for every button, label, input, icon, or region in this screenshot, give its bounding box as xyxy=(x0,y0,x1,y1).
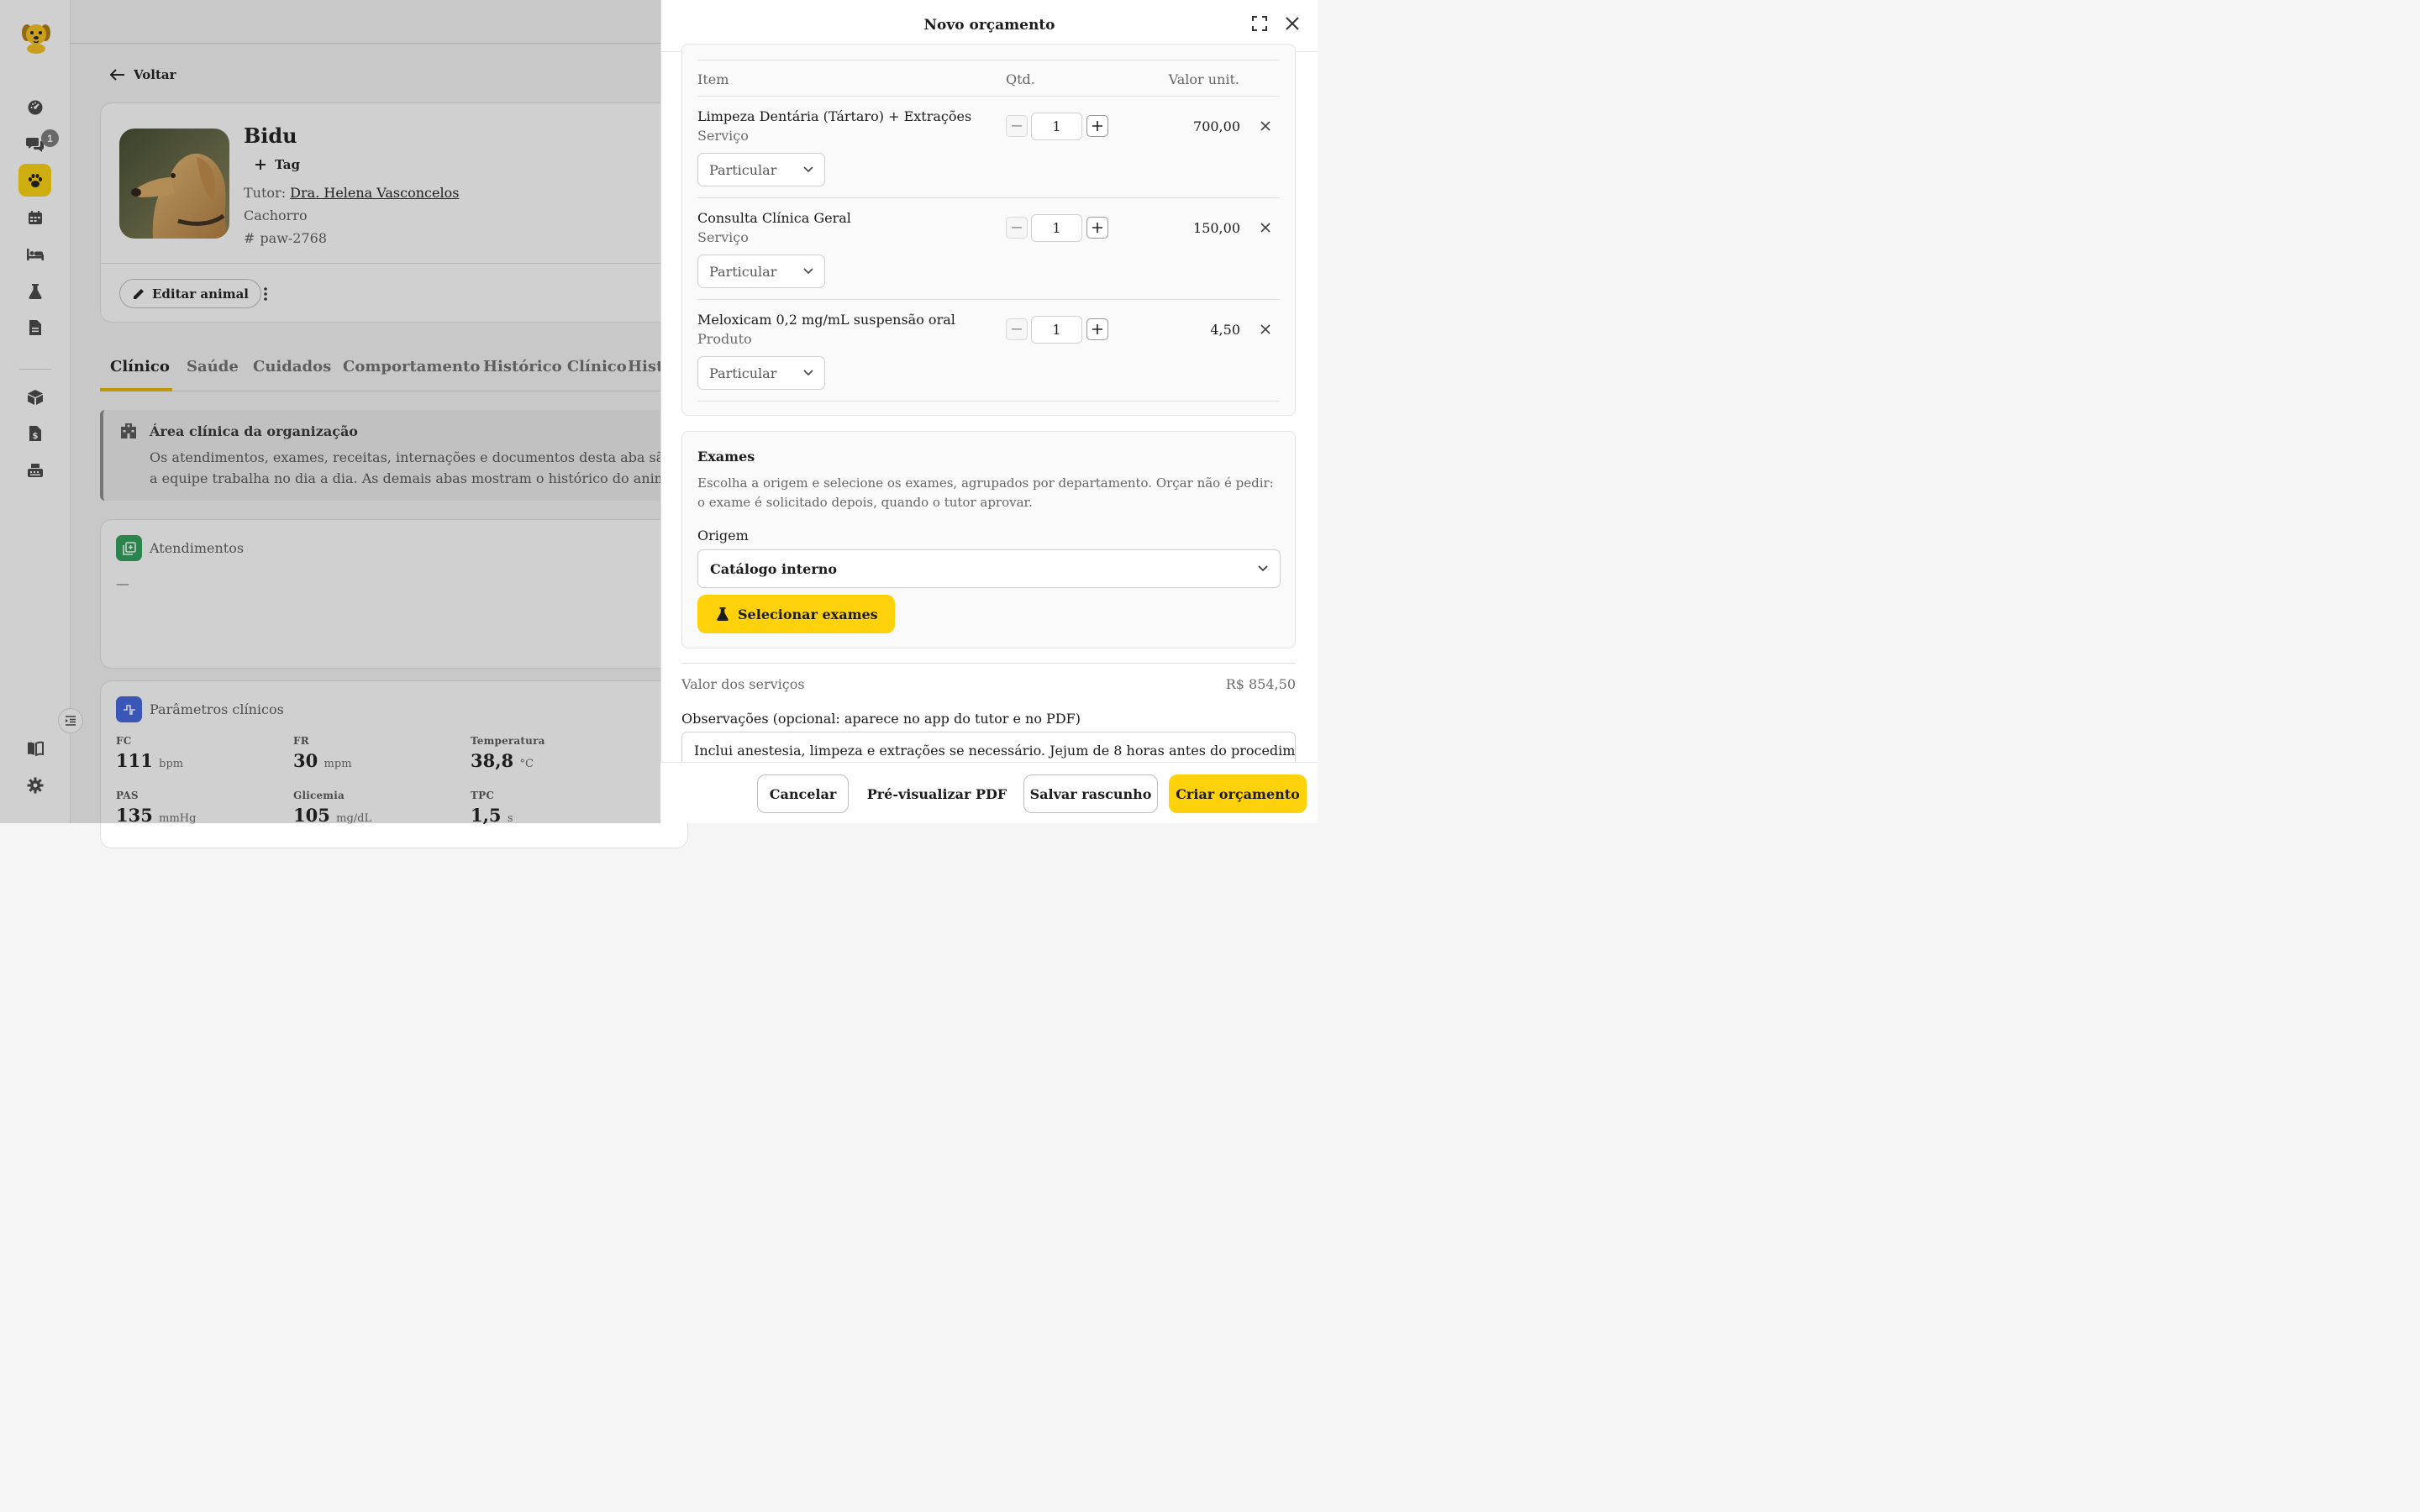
col-unit-price: Valor unit. xyxy=(1168,71,1239,87)
chevron-down-icon xyxy=(1258,565,1268,572)
drawer-title: Novo orçamento xyxy=(923,17,1055,34)
origin-label: Origem xyxy=(697,528,749,543)
minus-icon xyxy=(1012,227,1022,228)
payer-select[interactable]: Particular xyxy=(697,356,825,390)
item-type: Serviço xyxy=(697,229,749,245)
chevron-down-icon xyxy=(803,166,813,173)
qty-input[interactable]: 1 xyxy=(1031,214,1082,242)
summary-divider xyxy=(681,663,1296,664)
item-name: Limpeza Dentária (Tártaro) + Extrações xyxy=(697,108,972,124)
minus-icon xyxy=(1012,328,1022,330)
plus-icon xyxy=(1092,324,1102,334)
remove-item-icon[interactable] xyxy=(1260,223,1270,233)
remove-item-icon[interactable] xyxy=(1260,324,1270,334)
cancel-button[interactable]: Cancelar xyxy=(757,774,849,813)
remove-item-icon[interactable] xyxy=(1260,121,1270,131)
decrease-qty-button[interactable] xyxy=(1006,217,1028,239)
col-item: Item xyxy=(697,71,729,87)
unit-price: 4,50 xyxy=(1210,322,1240,338)
decrease-qty-button[interactable] xyxy=(1006,115,1028,137)
exams-description: Escolha a origem e selecione os exames, … xyxy=(697,475,1274,510)
item-name: Meloxicam 0,2 mg/mL suspensão oral xyxy=(697,312,955,328)
item-name: Consulta Clínica Geral xyxy=(697,210,851,226)
decrease-qty-button[interactable] xyxy=(1006,318,1028,340)
payer-value: Particular xyxy=(709,161,777,178)
plus-icon xyxy=(1092,121,1102,131)
payer-value: Particular xyxy=(709,263,777,280)
preview-pdf-button[interactable]: Pré-visualizar PDF xyxy=(865,774,1008,813)
services-total-value: R$ 854,50 xyxy=(1225,676,1296,692)
notes-label: Observações (opcional: aparece no app do… xyxy=(681,711,1081,727)
table-row: Meloxicam 0,2 mg/mL suspensão oral Produ… xyxy=(697,300,1280,402)
increase-qty-button[interactable] xyxy=(1086,318,1108,340)
plus-icon xyxy=(1092,223,1102,233)
item-type: Produto xyxy=(697,331,752,347)
items-card: Item Qtd. Valor unit. Limpeza Dentária (… xyxy=(681,44,1296,416)
col-qty: Qtd. xyxy=(1006,71,1035,87)
item-type: Serviço xyxy=(697,128,749,144)
unit-price: 700,00 xyxy=(1193,118,1240,134)
select-exams-label: Selecionar exames xyxy=(738,606,878,622)
drawer-footer: Cancelar Pré-visualizar PDF Salvar rascu… xyxy=(660,762,1318,823)
increase-qty-button[interactable] xyxy=(1086,115,1108,137)
payer-select[interactable]: Particular xyxy=(697,153,825,186)
increase-qty-button[interactable] xyxy=(1086,217,1108,239)
save-draft-button[interactable]: Salvar rascunho xyxy=(1023,774,1158,813)
modal-backdrop[interactable] xyxy=(0,0,660,823)
services-total-label: Valor dos serviços xyxy=(681,676,805,692)
select-exams-button[interactable]: Selecionar exames xyxy=(697,595,895,633)
chevron-down-icon xyxy=(803,268,813,275)
exams-title: Exames xyxy=(697,449,755,465)
payer-value: Particular xyxy=(709,365,777,381)
origin-select[interactable]: Catálogo interno xyxy=(697,549,1281,588)
payer-select[interactable]: Particular xyxy=(697,255,825,288)
flask-icon xyxy=(717,607,729,621)
origin-value: Catálogo interno xyxy=(710,560,838,577)
table-row: Limpeza Dentária (Tártaro) + Extrações S… xyxy=(697,97,1280,198)
fullscreen-icon[interactable] xyxy=(1252,16,1267,31)
table-row: Consulta Clínica Geral Serviço Particula… xyxy=(697,198,1280,300)
chevron-down-icon xyxy=(803,370,813,376)
qty-input[interactable]: 1 xyxy=(1031,316,1082,344)
close-icon[interactable] xyxy=(1285,16,1300,31)
minus-icon xyxy=(1012,125,1022,127)
qty-input[interactable]: 1 xyxy=(1031,113,1082,140)
create-quote-button[interactable]: Criar orçamento xyxy=(1169,774,1307,813)
unit-price: 150,00 xyxy=(1193,220,1240,236)
exams-card: Exames Escolha a origem e selecione os e… xyxy=(681,431,1296,648)
